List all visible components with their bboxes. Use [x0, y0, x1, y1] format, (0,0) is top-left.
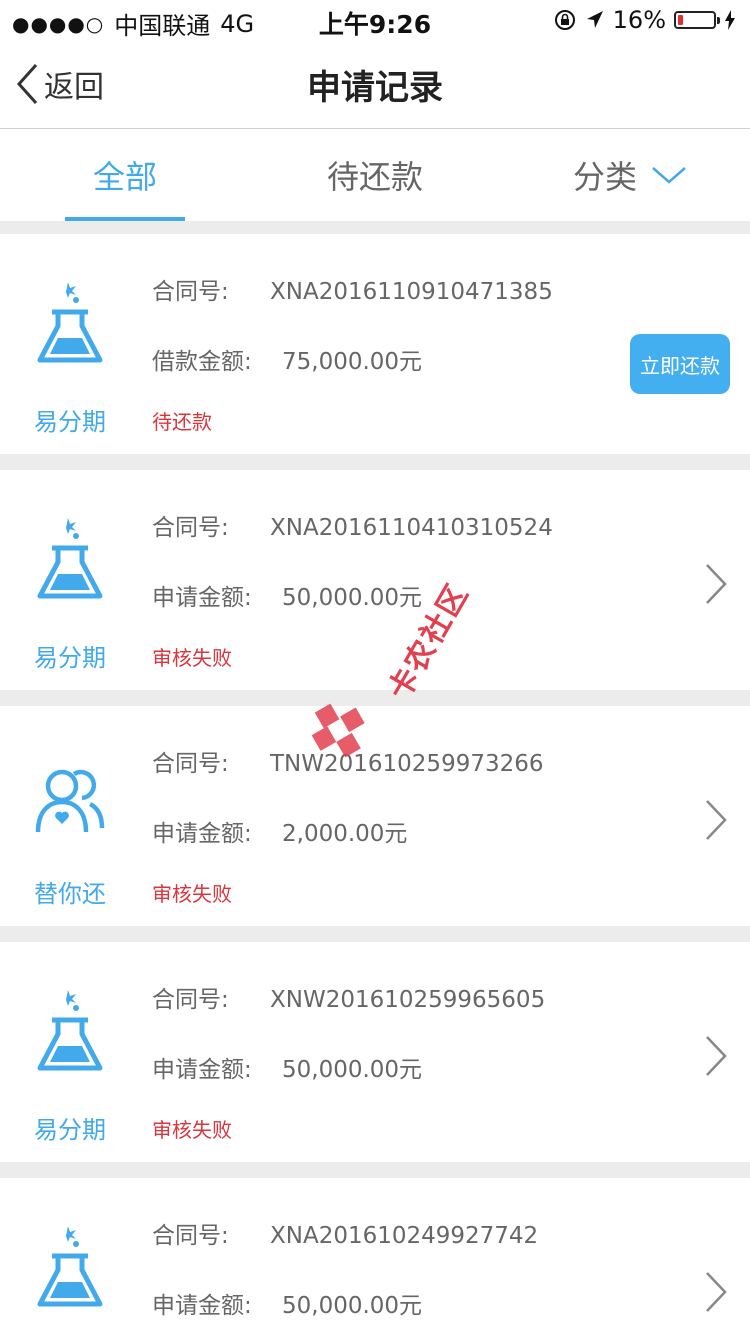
- screen: ●●●●○ 中国联通 4G 上午9:26 16% 返回 申请记录 全部 待还款 …: [0, 0, 750, 1334]
- contract-row: 合同号: XNA2016110410310524: [152, 508, 553, 542]
- charging-bolt-icon: [725, 10, 735, 30]
- amount-label: 申请金额:: [152, 1293, 252, 1319]
- status-badge: 审核失败: [152, 646, 232, 670]
- amount-value: 50,000.00元: [282, 1293, 423, 1319]
- application-card[interactable]: 合同号: XNA201610249927742 申请金额: 50,000.00元: [0, 1178, 750, 1334]
- amount-row: 申请金额: 50,000.00元: [152, 578, 422, 612]
- contract-number: TNW201610259973266: [270, 751, 544, 777]
- amount-value: 75,000.00元: [282, 349, 423, 375]
- chevron-right-icon[interactable]: [704, 1034, 728, 1078]
- amount-value: 2,000.00元: [282, 821, 408, 847]
- battery-percent: 16%: [612, 6, 666, 34]
- amount-value: 50,000.00元: [282, 1057, 423, 1083]
- tab-all[interactable]: 全部: [40, 129, 210, 221]
- contract-number: XNA201610249927742: [270, 1223, 539, 1249]
- amount-row: 借款金额: 75,000.00元: [152, 342, 422, 376]
- page-title: 申请记录: [307, 67, 443, 108]
- tab-category-label: 分类: [572, 158, 637, 196]
- amount-label: 申请金额:: [152, 585, 252, 611]
- active-tab-indicator: [65, 217, 185, 221]
- location-arrow-icon: [586, 11, 603, 28]
- repay-now-button[interactable]: 立即还款: [630, 334, 730, 394]
- application-card[interactable]: 易分期 合同号: XNA2016110910471385 借款金额: 75,000.…: [0, 234, 750, 454]
- battery-icon: [674, 11, 720, 29]
- application-card[interactable]: 易分期 合同号: XNA2016110410310524 申请金额: 50,000.…: [0, 470, 750, 690]
- contract-number: XNA2016110910471385: [270, 279, 553, 305]
- amount-row: 申请金额: 50,000.00元: [152, 1050, 422, 1084]
- chevron-right-icon[interactable]: [704, 1270, 728, 1314]
- nav-bar: 返回 申请记录: [0, 40, 750, 129]
- chevron-down-icon: [652, 167, 686, 184]
- amount-label: 借款金额:: [152, 349, 252, 375]
- contract-label: 合同号:: [152, 751, 229, 777]
- contract-row: 合同号: XNA2016110910471385: [152, 272, 553, 306]
- product-name: 替你还: [34, 880, 106, 908]
- chevron-right-icon[interactable]: [704, 562, 728, 606]
- amount-label: 申请金额:: [152, 821, 252, 847]
- orientation-lock-icon: [554, 10, 575, 30]
- tab-category[interactable]: 分类: [540, 129, 720, 221]
- application-card[interactable]: 替你还 合同号: TNW201610259973266 申请金额: 2,000.00…: [0, 706, 750, 926]
- contract-label: 合同号:: [152, 515, 229, 541]
- status-badge: 审核失败: [152, 1118, 232, 1142]
- product-name: 易分期: [34, 644, 106, 672]
- amount-row: 申请金额: 50,000.00元: [152, 1286, 422, 1320]
- flask-icon: [37, 518, 103, 599]
- amount-label: 申请金额:: [152, 1057, 252, 1083]
- contract-number: XNA2016110410310524: [270, 515, 553, 541]
- contract-label: 合同号:: [152, 279, 229, 305]
- contract-number: XNW201610259965605: [270, 987, 546, 1013]
- status-badge: 审核失败: [152, 882, 232, 906]
- contract-row: 合同号: XNW201610259965605: [152, 980, 545, 1014]
- filter-tabs: 全部 待还款 分类: [0, 129, 750, 221]
- product-name: 易分期: [34, 1116, 106, 1144]
- tab-pending-label: 待还款: [326, 158, 423, 196]
- people-icon: [35, 769, 105, 833]
- amount-value: 50,000.00元: [282, 585, 423, 611]
- flask-icon: [37, 282, 103, 363]
- status-bar: ●●●●○ 中国联通 4G 上午9:26 16%: [0, 0, 750, 40]
- status-badge: 待还款: [152, 410, 212, 434]
- contract-row: 合同号: TNW201610259973266: [152, 744, 544, 778]
- flask-icon: [37, 1226, 103, 1307]
- chevron-right-icon[interactable]: [704, 798, 728, 842]
- contract-row: 合同号: XNA201610249927742: [152, 1216, 538, 1250]
- contract-label: 合同号:: [152, 987, 229, 1013]
- amount-row: 申请金额: 2,000.00元: [152, 814, 407, 848]
- tab-all-label: 全部: [92, 158, 157, 196]
- flask-icon: [37, 990, 103, 1071]
- contract-label: 合同号:: [152, 1223, 229, 1249]
- tab-pending-repayment[interactable]: 待还款: [290, 129, 460, 221]
- application-card[interactable]: 易分期 合同号: XNW201610259965605 申请金额: 50,000.0…: [0, 942, 750, 1162]
- product-name: 易分期: [34, 408, 106, 436]
